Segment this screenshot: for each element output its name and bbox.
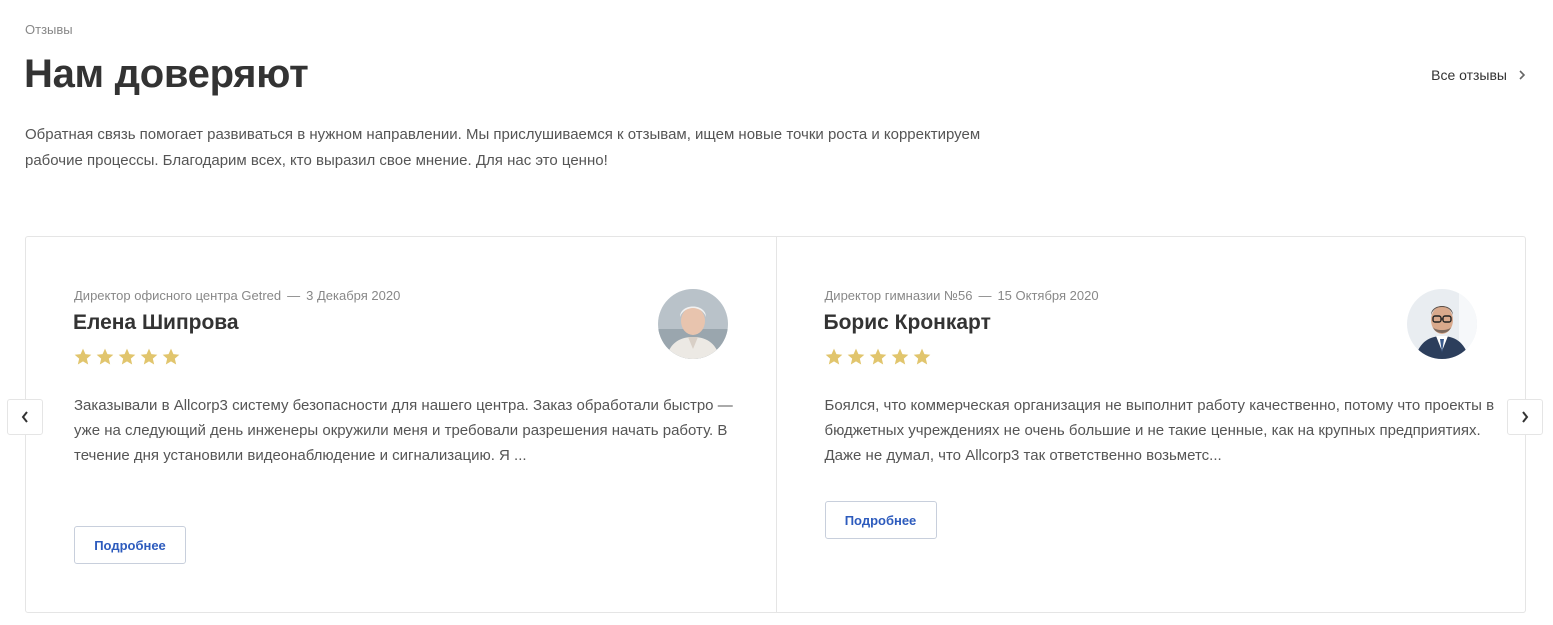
review-separator: —: [978, 288, 992, 303]
star-icon: [118, 348, 136, 365]
review-meta: Директор офисного центра Getred — 3 Дека…: [74, 288, 400, 303]
rating-stars: [73, 347, 181, 367]
chevron-right-icon: [1522, 411, 1529, 423]
more-button[interactable]: Подробнее: [824, 501, 937, 539]
review-date: 15 Октября 2020: [997, 288, 1099, 303]
review-text: Боялся, что коммерческая организация не …: [824, 397, 1495, 464]
reviewer-name: Борис Кронкарт: [823, 311, 991, 334]
star-icon: [825, 348, 842, 365]
star-icon: [913, 348, 930, 365]
star-icon: [162, 348, 180, 365]
chevron-right-icon: [1519, 70, 1526, 80]
rating-stars: [824, 347, 932, 367]
star-icon: [847, 348, 864, 365]
review-meta: Директор гимназии №56 — 15 Октября 2020: [825, 288, 1099, 303]
star-icon: [74, 348, 92, 365]
section-eyebrow: Отзывы: [25, 22, 73, 37]
avatar: [1407, 289, 1477, 359]
slider-next-button[interactable]: [1507, 399, 1543, 435]
review-separator: —: [287, 288, 301, 303]
reviewer-name: Елена Шипрова: [73, 311, 239, 334]
all-reviews-label: Все отзывы: [1431, 67, 1507, 83]
review-position: Директор гимназии №56: [824, 288, 973, 303]
review-card: Директор гимназии №56 — 15 Октября 2020 …: [775, 237, 1526, 612]
review-date: 3 Декабря 2020: [306, 288, 401, 303]
star-icon: [140, 348, 158, 365]
section-description: Обратная связь помогает развиваться в ну…: [25, 126, 981, 169]
review-position: Директор офисного центра Getred: [74, 288, 282, 303]
star-icon: [96, 348, 114, 365]
star-icon: [891, 348, 908, 365]
star-icon: [869, 348, 886, 365]
chevron-left-icon: [21, 411, 28, 423]
avatar: [657, 289, 728, 359]
page-title: Нам доверяют: [24, 52, 309, 96]
reviews-slider: Директор офисного центра Getred — 3 Дека…: [25, 236, 1526, 613]
more-button[interactable]: Подробнее: [74, 526, 186, 564]
review-text: Заказывали в Allcorp3 систему безопаснос…: [74, 397, 733, 464]
all-reviews-link[interactable]: Все отзывы: [1431, 67, 1527, 83]
review-card: Директор офисного центра Getred — 3 Дека…: [26, 237, 776, 612]
slider-prev-button[interactable]: [7, 399, 43, 435]
